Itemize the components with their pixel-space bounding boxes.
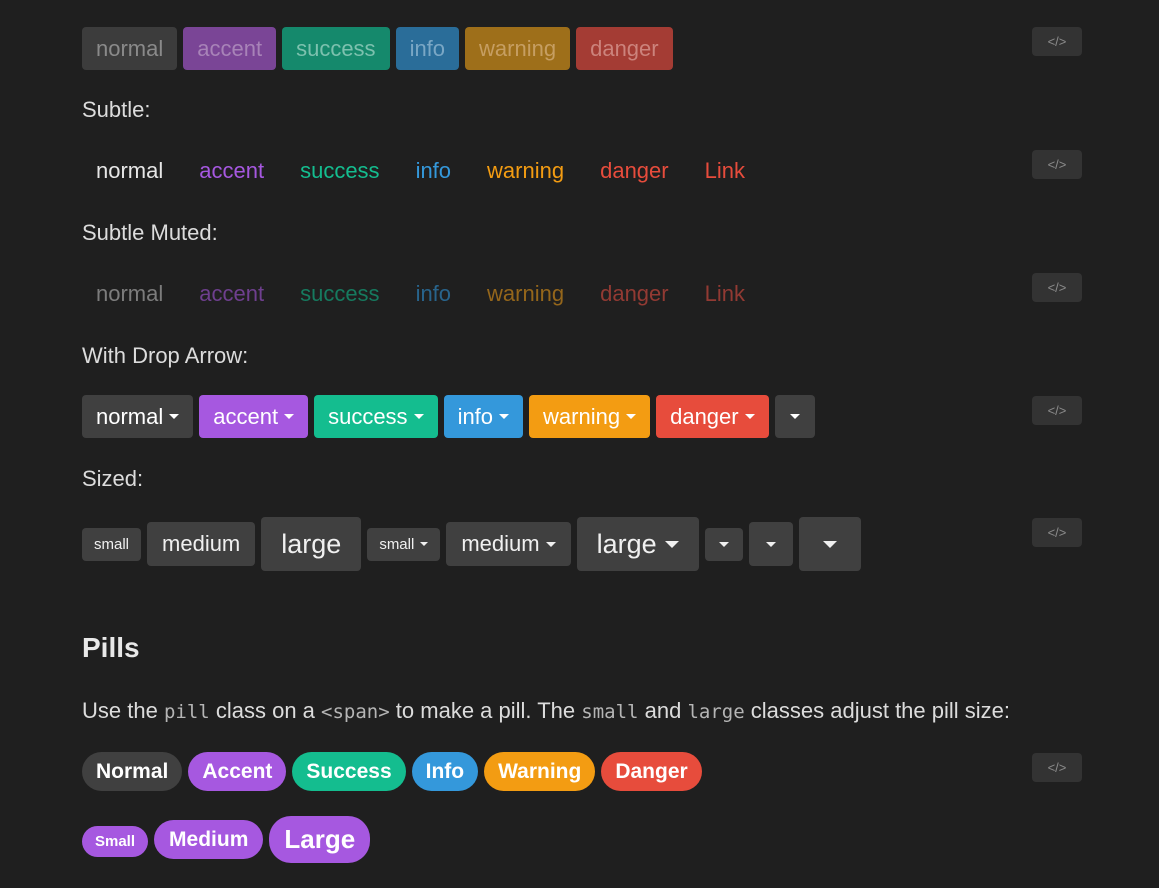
- button-demo-page: normal accent success info warning dange…: [0, 0, 1159, 888]
- caret-down-icon: [499, 414, 510, 419]
- button-label: medium: [461, 531, 540, 556]
- success-pill: Success: [292, 752, 406, 791]
- warning-button[interactable]: warning: [465, 27, 571, 70]
- large-pill: Large: [269, 816, 371, 863]
- info-dropdown-button[interactable]: info: [443, 395, 524, 438]
- sized-buttons-row: small medium large small medium large: [82, 517, 867, 571]
- show-code-button[interactable]: </>: [1032, 150, 1082, 179]
- large-caret-button[interactable]: [798, 517, 861, 571]
- medium-caret-button[interactable]: [748, 522, 793, 566]
- show-code-button[interactable]: </>: [1032, 273, 1082, 302]
- success-dropdown-button[interactable]: success: [314, 395, 438, 438]
- subtle-label: Subtle:: [82, 97, 151, 122]
- subtle-muted-label: Subtle Muted:: [82, 220, 218, 245]
- small-pill: Small: [82, 826, 149, 857]
- caret-down-icon: [822, 540, 837, 548]
- sized-label: Sized:: [82, 466, 144, 491]
- medium-dropdown-button[interactable]: medium: [446, 522, 571, 566]
- caret-down-icon: [744, 414, 755, 419]
- info-pill: Info: [411, 752, 479, 791]
- code-snippet: small: [581, 701, 639, 723]
- desc-text: Use the: [82, 698, 158, 723]
- caret-down-icon: [169, 414, 180, 419]
- muted-success-button[interactable]: success: [286, 272, 393, 315]
- accent-dropdown-button[interactable]: accent: [199, 395, 309, 438]
- show-code-button[interactable]: </>: [1032, 27, 1082, 56]
- desc-text: classes adjust the pill size:: [750, 698, 1011, 723]
- pills-description: Use the pill class on a <span> to make a…: [82, 698, 1010, 724]
- caret-down-icon: [413, 414, 424, 419]
- subtle-link-button[interactable]: Link: [691, 149, 759, 192]
- muted-danger-button[interactable]: danger: [586, 272, 683, 315]
- code-snippet: large: [687, 701, 745, 723]
- button-label: large: [596, 528, 657, 559]
- subtle-success-button[interactable]: success: [286, 149, 393, 192]
- desc-text: class on a: [215, 698, 315, 723]
- caret-down-icon: [626, 414, 637, 419]
- caret-down-icon: [545, 541, 556, 547]
- show-code-button[interactable]: </>: [1032, 518, 1082, 547]
- caret-only-dropdown-button[interactable]: [774, 395, 815, 438]
- large-button[interactable]: large: [261, 517, 362, 571]
- normal-pill: Normal: [82, 752, 183, 791]
- medium-button[interactable]: medium: [147, 522, 256, 566]
- muted-info-button[interactable]: info: [402, 272, 465, 315]
- danger-button[interactable]: danger: [576, 27, 673, 70]
- info-button[interactable]: info: [395, 27, 460, 70]
- button-label: small: [379, 535, 415, 553]
- subtle-info-button[interactable]: info: [402, 149, 465, 192]
- pills-heading: Pills: [82, 632, 140, 663]
- muted-normal-button[interactable]: normal: [82, 272, 177, 315]
- subtle-warning-button[interactable]: warning: [473, 149, 578, 192]
- normal-dropdown-button[interactable]: normal: [82, 395, 194, 438]
- small-caret-button[interactable]: [704, 527, 743, 561]
- button-label: info: [457, 403, 494, 429]
- show-code-button[interactable]: </>: [1032, 753, 1082, 782]
- muted-accent-button[interactable]: accent: [185, 272, 278, 315]
- pills-row: Normal Accent Success Info Warning Dange…: [82, 752, 708, 791]
- caret-down-icon: [664, 540, 679, 548]
- code-snippet: pill: [163, 701, 210, 723]
- small-dropdown-button[interactable]: small: [367, 527, 441, 561]
- warning-dropdown-button[interactable]: warning: [529, 395, 651, 438]
- muted-warning-button[interactable]: warning: [473, 272, 578, 315]
- warning-pill: Warning: [484, 752, 596, 791]
- normal-button[interactable]: normal: [82, 27, 178, 70]
- large-dropdown-button[interactable]: large: [576, 517, 699, 571]
- danger-pill: Danger: [601, 752, 702, 791]
- drop-arrow-buttons-row: normal accent success info warning dange…: [82, 395, 821, 438]
- drop-arrow-label: With Drop Arrow:: [82, 343, 249, 368]
- button-label: success: [328, 403, 408, 429]
- medium-pill: Medium: [154, 820, 264, 859]
- subtle-buttons-row: normal accent success info warning dange…: [82, 149, 767, 192]
- desc-text: and: [644, 698, 682, 723]
- small-button[interactable]: small: [82, 527, 142, 561]
- caret-down-icon: [789, 414, 800, 419]
- code-snippet: <span>: [321, 701, 390, 723]
- success-button[interactable]: success: [282, 27, 390, 70]
- button-label: accent: [213, 403, 279, 429]
- show-code-button[interactable]: </>: [1032, 396, 1082, 425]
- subtle-normal-button[interactable]: normal: [82, 149, 177, 192]
- subtle-accent-button[interactable]: accent: [185, 149, 278, 192]
- button-label: warning: [543, 403, 621, 429]
- accent-button[interactable]: accent: [183, 27, 277, 70]
- caret-down-icon: [718, 541, 729, 547]
- caret-down-icon: [765, 541, 776, 547]
- accent-pill: Accent: [188, 752, 287, 791]
- solid-buttons-row: normal accent success info warning dange…: [82, 27, 679, 70]
- button-label: danger: [670, 403, 739, 429]
- sized-pills-row: Small Medium Large: [82, 816, 376, 863]
- button-label: normal: [96, 403, 164, 429]
- muted-link-button[interactable]: Link: [691, 272, 759, 315]
- desc-text: to make a pill. The: [395, 698, 576, 723]
- caret-down-icon: [420, 542, 429, 546]
- danger-dropdown-button[interactable]: danger: [656, 395, 769, 438]
- subtle-danger-button[interactable]: danger: [586, 149, 683, 192]
- caret-down-icon: [284, 414, 295, 419]
- subtle-muted-buttons-row: normal accent success info warning dange…: [82, 272, 767, 315]
